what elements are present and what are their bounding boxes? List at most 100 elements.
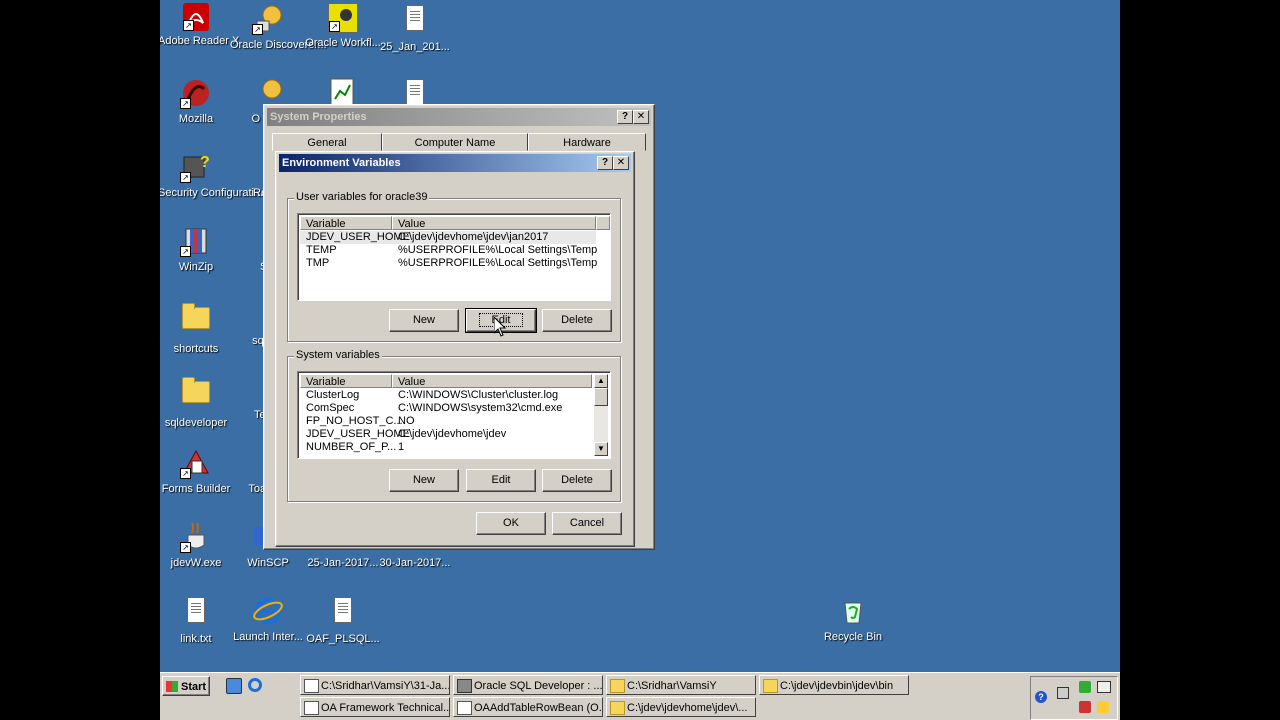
close-button[interactable]: ✕	[633, 110, 649, 124]
update-tray-icon[interactable]	[1079, 681, 1091, 693]
notepad-icon	[304, 679, 319, 693]
column-header-variable[interactable]: Variable	[300, 374, 392, 388]
folder-icon	[180, 377, 212, 413]
tab-hardware[interactable]: Hardware	[528, 133, 646, 151]
adobe-reader-shortcut[interactable]: ↗ Adobe Reader X	[160, 3, 239, 47]
forms-builder-shortcut[interactable]: ↗ Forms Builder	[160, 447, 234, 495]
column-header-value[interactable]: Value	[392, 374, 592, 388]
security-config-shortcut[interactable]: ? ↗ Security Configurati...	[160, 151, 263, 199]
quicklaunch-ie-icon[interactable]	[248, 678, 262, 692]
env-vars-titlebar: Environment Variables ? ✕	[279, 154, 631, 172]
sql-developer-icon	[457, 679, 472, 693]
tab-computer-name[interactable]: Computer Name	[382, 133, 528, 151]
help-button[interactable]: ?	[617, 110, 633, 124]
shortcuts-folder[interactable]: shortcuts	[160, 299, 234, 355]
oracle-workflow-shortcut[interactable]: ↗ Oracle Workfl...	[305, 3, 381, 49]
internet-explorer-icon	[252, 595, 284, 627]
windows-logo-icon	[166, 681, 178, 692]
launch-ie-shortcut[interactable]: Launch Inter...	[230, 595, 306, 643]
user-new-button[interactable]: New	[389, 309, 459, 332]
mozilla-icon: ↗	[180, 77, 212, 109]
system-delete-button[interactable]: Delete	[542, 469, 612, 492]
network-tray-icon[interactable]	[1057, 687, 1069, 699]
jan25-file[interactable]: 25_Jan_201...	[377, 3, 453, 53]
taskbar-item[interactable]: C:\jdev\jdevbin\jdev\bin	[759, 675, 909, 695]
list-item[interactable]: TMP %USERPROFILE%\Local Settings\Temp	[300, 257, 597, 270]
system-variables-list[interactable]: Variable Value ClusterLog C:\WINDOWS\Clu…	[297, 371, 611, 459]
list-item[interactable]: JDEV_USER_HOME C:\jdev\jdevhome\jdev\jan…	[300, 231, 596, 244]
mozilla-shortcut[interactable]: ↗ Mozilla	[160, 77, 234, 125]
taskbar-item[interactable]: C:\Sridhar\VamsiY	[606, 675, 756, 695]
list-item[interactable]: FP_NO_HOST_C... NO	[300, 415, 592, 428]
document-icon	[304, 701, 319, 715]
oaf-plsql-file[interactable]: OAF_PLSQL...	[305, 595, 381, 645]
document-icon	[399, 5, 431, 37]
scroll-up-arrow-icon[interactable]: ▲	[594, 374, 608, 388]
vertical-scrollbar[interactable]: ▲ ▼	[594, 374, 608, 456]
quicklaunch-desktop-icon[interactable]	[226, 678, 242, 694]
desktop: ↗ Adobe Reader X ↗ Oracle Discoverer... …	[160, 0, 1120, 720]
scroll-down-arrow-icon[interactable]: ▼	[594, 442, 608, 456]
list-item[interactable]: ClusterLog C:\WINDOWS\Cluster\cluster.lo…	[300, 389, 592, 402]
adobe-reader-icon: ↗	[183, 3, 209, 31]
scroll-thumb[interactable]	[594, 388, 608, 406]
jdevw-shortcut[interactable]: ↗ jdevW.exe	[160, 521, 234, 569]
user-delete-button[interactable]: Delete	[542, 309, 612, 332]
column-header-value[interactable]: Value	[392, 216, 596, 230]
user-variables-list[interactable]: Variable Value JDEV_USER_HOME C:\jdev\jd…	[297, 213, 611, 301]
system-new-button[interactable]: New	[389, 469, 459, 492]
list-item[interactable]: TEMP %USERPROFILE%\Local Settings\Temp	[300, 244, 597, 257]
user-variables-label: User variables for oracle39	[294, 191, 430, 203]
close-button[interactable]: ✕	[613, 156, 629, 170]
oracle-discoverer-shortcut[interactable]: ↗ Oracle Discoverer...	[230, 3, 327, 51]
taskbar-item[interactable]: OA Framework Technical...	[300, 697, 450, 717]
system-variables-label: System variables	[294, 349, 382, 361]
winzip-shortcut[interactable]: ↗ WinZip	[160, 225, 234, 273]
folder-icon	[763, 679, 778, 693]
security-tray-icon[interactable]	[1079, 701, 1091, 713]
system-properties-title: System Properties	[270, 111, 367, 123]
taskbar-item[interactable]: C:\Sridhar\VamsiY\31-Ja...	[300, 675, 450, 695]
sqldeveloper-folder[interactable]: sqldeveloper	[160, 373, 234, 429]
environment-variables-dialog: Environment Variables ? ✕ User variables…	[275, 151, 635, 547]
list-item[interactable]: ComSpec C:\WINDOWS\system32\cmd.exe	[300, 402, 592, 415]
env-vars-title: Environment Variables	[282, 157, 401, 169]
display-tray-icon[interactable]	[1097, 681, 1111, 693]
security-icon: ? ↗	[180, 151, 212, 183]
taskbar-item[interactable]: C:\jdev\jdevhome\jdev\...	[606, 697, 756, 717]
column-header-blank	[596, 216, 610, 230]
folder-icon	[180, 303, 212, 339]
oracle-workflow-icon: ↗	[328, 3, 358, 33]
taskbar: Start C:\Sridhar\VamsiY\31-Ja... Oracle …	[160, 672, 1120, 720]
tab-general[interactable]: General	[272, 133, 382, 151]
list-item[interactable]: JDEV_USER_HOME C:\jdev\jdevhome\jdev	[300, 428, 592, 441]
svg-text:?: ?	[200, 154, 210, 171]
winzip-icon: ↗	[180, 225, 212, 257]
document-icon	[327, 597, 359, 629]
cancel-button[interactable]: Cancel	[552, 512, 622, 535]
user-variables-group: User variables for oracle39 Variable Val…	[287, 191, 621, 342]
list-item[interactable]: NUMBER_OF_P... 1	[300, 441, 592, 454]
folder-icon	[610, 701, 625, 715]
system-variables-group: System variables Variable Value ClusterL…	[287, 349, 621, 502]
column-header-variable[interactable]: Variable	[300, 216, 392, 230]
coffee-cup-icon: ↗	[180, 521, 212, 553]
system-properties-titlebar: System Properties ? ✕	[267, 108, 651, 126]
start-button[interactable]: Start	[162, 676, 210, 696]
taskbar-item[interactable]: Oracle SQL Developer : ...	[453, 675, 603, 695]
document-icon	[180, 597, 212, 629]
recycle-bin-icon	[837, 595, 869, 627]
forms-builder-icon: ↗	[180, 447, 212, 479]
system-edit-button[interactable]: Edit	[466, 469, 536, 492]
link-txt-file[interactable]: link.txt	[160, 595, 234, 645]
recycle-bin[interactable]: Recycle Bin	[815, 595, 891, 643]
system-tray: ?	[1030, 676, 1118, 720]
document-icon	[457, 701, 472, 715]
taskbar-item[interactable]: OAAddTableRowBean (O...	[453, 697, 603, 717]
shield-tray-icon[interactable]	[1097, 701, 1109, 713]
oracle-discoverer-icon: ↗	[252, 3, 284, 35]
folder-icon	[610, 679, 625, 693]
ok-button[interactable]: OK	[476, 512, 546, 535]
help-button[interactable]: ?	[597, 156, 613, 170]
help-tray-icon[interactable]: ?	[1035, 691, 1047, 703]
